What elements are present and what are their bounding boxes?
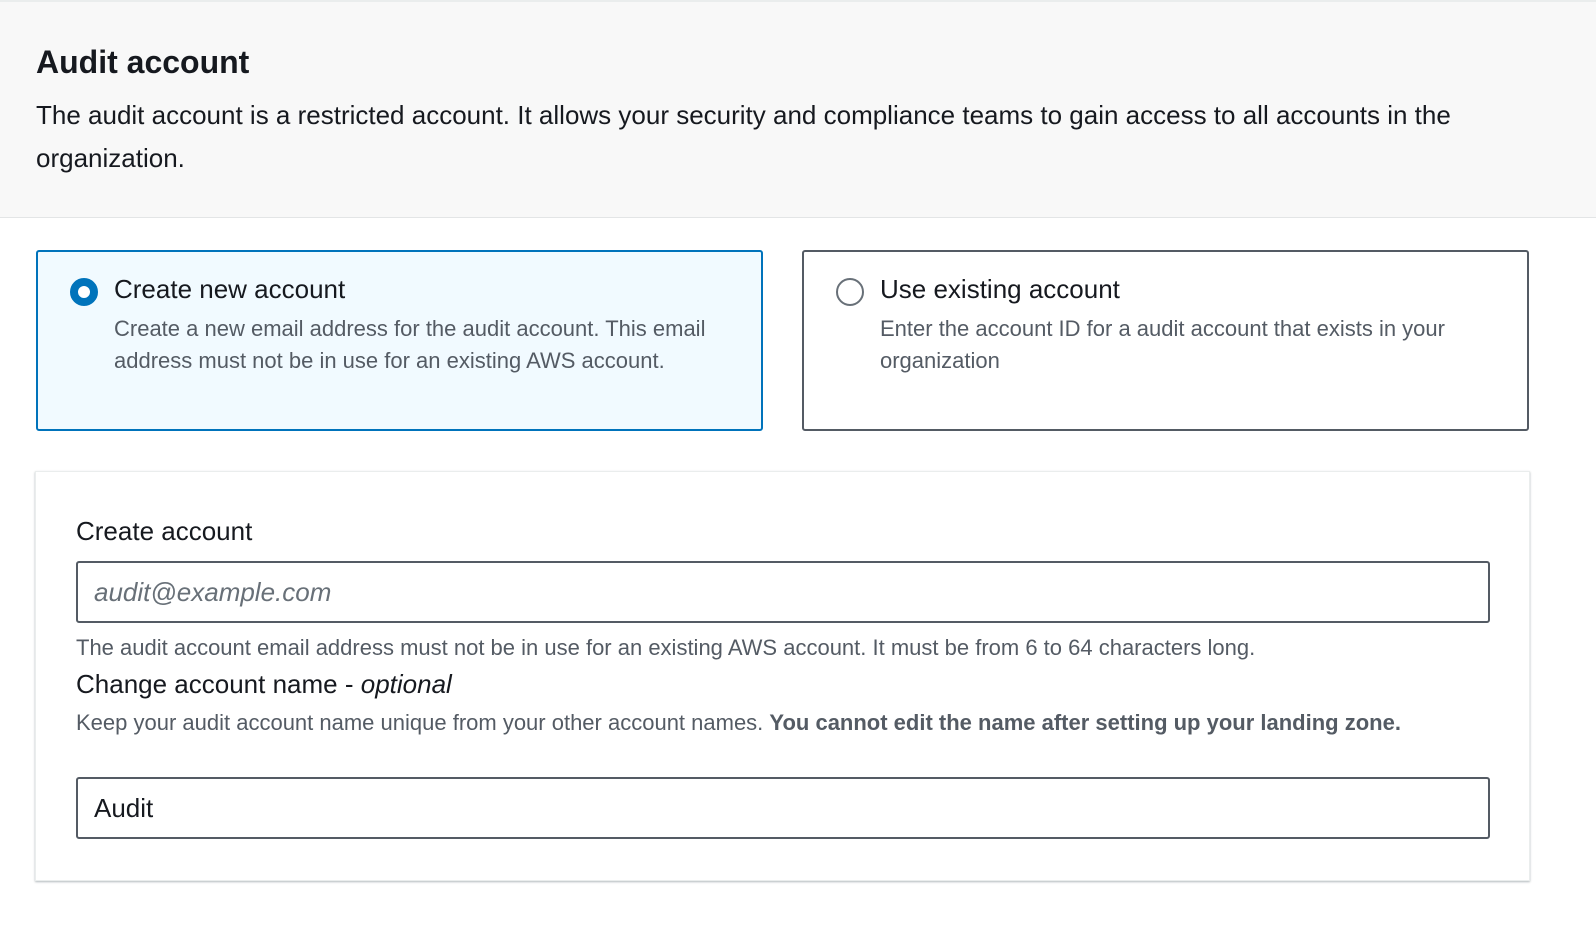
option-description: Enter the account ID for a audit account…: [880, 316, 1445, 373]
page-title: Audit account: [36, 44, 250, 80]
section-header: Audit account The audit account is a res…: [0, 0, 1596, 218]
option-description: Create a new email address for the audit…: [114, 316, 706, 373]
email-input[interactable]: [76, 561, 1490, 623]
optional-tag: optional: [360, 669, 452, 699]
account-name-label-text: Change account name -: [76, 669, 361, 699]
option-use-existing-account[interactable]: Use existing account Enter the account I…: [802, 250, 1529, 431]
help-text: Keep your audit account name unique from…: [76, 710, 770, 735]
radio-unselected-icon[interactable]: [836, 278, 864, 306]
account-name-label: Change account name - optional: [76, 669, 452, 700]
account-name-help-text: Keep your audit account name unique from…: [76, 707, 1476, 739]
radio-selected-icon[interactable]: [70, 278, 98, 306]
help-warning: You cannot edit the name after setting u…: [769, 710, 1401, 735]
option-label: Create new account: [114, 274, 346, 304]
option-label: Use existing account: [880, 274, 1120, 304]
email-help-text: The audit account email address must not…: [76, 635, 1256, 660]
create-account-panel: Create account The audit account email a…: [35, 471, 1530, 881]
account-name-input[interactable]: [76, 777, 1490, 839]
option-create-new-account[interactable]: Create new account Create a new email ad…: [36, 250, 763, 431]
email-label: Create account: [76, 516, 253, 546]
page-description: The audit account is a restricted accoun…: [36, 100, 1451, 173]
